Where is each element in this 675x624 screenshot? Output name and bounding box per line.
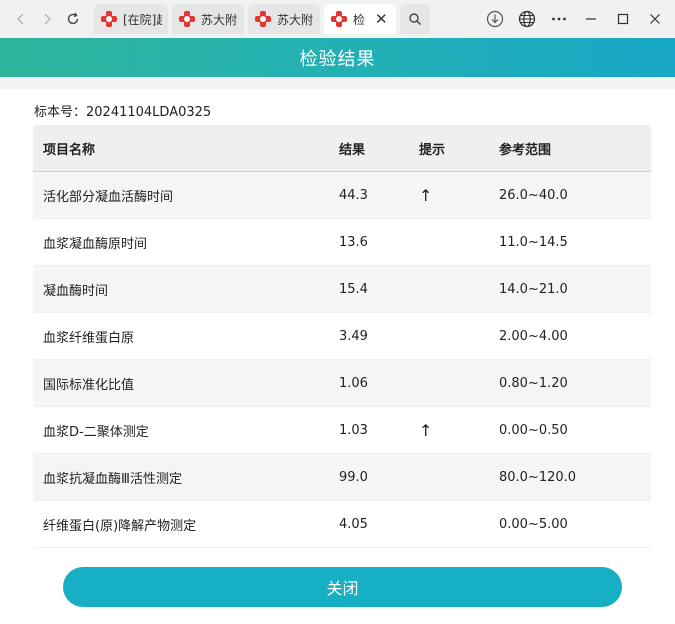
header-hint: 提示 [419, 142, 446, 158]
item-result: 13.6 [339, 234, 368, 250]
specimen-number: 标本号：20241104LDA0325 [34, 101, 211, 120]
table-row: 血浆抗凝血酶Ⅲ活性测定 99.0 80.0~120.0 [33, 454, 651, 501]
minimize-icon[interactable] [575, 3, 607, 35]
window-controls [479, 0, 675, 38]
item-range: 0.80~1.20 [499, 375, 568, 391]
browser-tab[interactable]: [在院]超 [94, 4, 168, 34]
header-range: 参考范围 [499, 142, 552, 158]
table-row: 血浆纤维蛋白原 3.49 2.00~4.00 [33, 313, 651, 360]
item-result: 3.49 [339, 328, 368, 344]
item-result: 99.0 [339, 469, 368, 485]
item-name: 血浆D-二聚体测定 [43, 424, 149, 440]
table-row: 血浆D-二聚体测定 1.03 ↑ 0.00~0.50 [33, 407, 651, 454]
item-hint: ↑ [419, 185, 433, 205]
specimen-value: 20241104LDA0325 [86, 105, 212, 120]
results-table: 项目名称 结果 提示 参考范围 活化部分凝血活酶时间 44.3 ↑ 26.0~4… [33, 125, 651, 548]
header-divider [0, 77, 675, 89]
item-range: 0.00~0.50 [499, 422, 568, 438]
hospital-cross-icon [100, 10, 118, 28]
tab-title: 苏大附 [201, 12, 238, 27]
hospital-cross-icon [330, 10, 348, 28]
browser-tab[interactable]: 苏大附 [248, 4, 320, 34]
item-result: 1.03 [339, 422, 368, 438]
search-icon [409, 13, 422, 26]
maximize-icon[interactable] [607, 3, 639, 35]
item-name: 凝血酶时间 [43, 283, 109, 299]
item-result: 15.4 [339, 281, 368, 297]
tab-title: 检 [353, 12, 366, 27]
hospital-cross-icon [178, 10, 196, 28]
item-result: 44.3 [339, 187, 368, 203]
forward-icon[interactable] [34, 6, 60, 32]
table-row: 国际标准化比值 1.06 0.80~1.20 [33, 360, 651, 407]
item-range: 26.0~40.0 [499, 187, 568, 203]
close-tab-icon[interactable]: ✕ [375, 10, 388, 28]
table-row: 凝血酶时间 15.4 14.0~21.0 [33, 266, 651, 313]
item-name: 血浆抗凝血酶Ⅲ活性测定 [43, 471, 182, 487]
tab-title: 苏大附 [277, 12, 314, 27]
item-range: 0.00~5.00 [499, 516, 568, 532]
item-range: 80.0~120.0 [499, 469, 577, 485]
browser-tab-active[interactable]: 检 ✕ [324, 4, 396, 34]
back-icon[interactable] [8, 6, 34, 32]
item-hint: ↑ [419, 420, 433, 440]
tab-title: [在院]超 [123, 12, 162, 27]
browser-toolbar: [在院]超 苏大附 苏大附 检 ✕ [0, 0, 675, 38]
more-menu-icon[interactable] [543, 3, 575, 35]
specimen-label: 标本号： [34, 105, 87, 120]
page-title: 检验结果 [299, 48, 376, 70]
item-name: 活化部分凝血活酶时间 [43, 189, 174, 205]
globe-icon[interactable] [511, 3, 543, 35]
item-range: 11.0~14.5 [499, 234, 568, 250]
header-result: 结果 [339, 142, 366, 158]
item-range: 2.00~4.00 [499, 328, 568, 344]
item-name: 国际标准化比值 [43, 377, 135, 393]
browser-tab[interactable]: 苏大附 [172, 4, 244, 34]
item-result: 1.06 [339, 375, 368, 391]
item-range: 14.0~21.0 [499, 281, 568, 297]
table-row: 纤维蛋白(原)降解产物测定 4.05 0.00~5.00 [33, 501, 651, 548]
close-button[interactable]: 关闭 [63, 567, 622, 607]
table-row: 活化部分凝血活酶时间 44.3 ↑ 26.0~40.0 [33, 172, 651, 219]
page-header: 检验结果 [0, 38, 675, 77]
hospital-cross-icon [254, 10, 272, 28]
reload-icon[interactable] [60, 6, 86, 32]
table-row: 血浆凝血酶原时间 13.6 11.0~14.5 [33, 219, 651, 266]
download-icon[interactable] [479, 3, 511, 35]
item-name: 血浆纤维蛋白原 [43, 330, 135, 346]
item-name: 血浆凝血酶原时间 [43, 236, 148, 252]
item-result: 4.05 [339, 516, 368, 532]
search-tab[interactable] [400, 4, 430, 34]
item-name: 纤维蛋白(原)降解产物测定 [43, 518, 197, 534]
table-header: 项目名称 结果 提示 参考范围 [33, 125, 651, 172]
close-window-icon[interactable] [639, 3, 671, 35]
header-item-name: 项目名称 [43, 142, 96, 158]
